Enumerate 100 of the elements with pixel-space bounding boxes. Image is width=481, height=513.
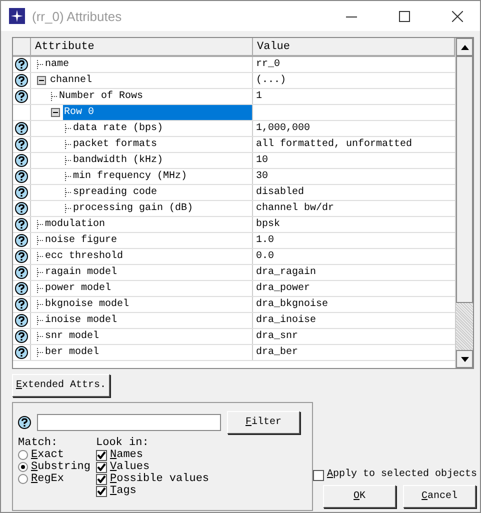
help-icon[interactable] [15, 122, 28, 135]
scroll-down-button[interactable] [456, 350, 473, 368]
attribute-value[interactable]: bpsk [253, 217, 455, 232]
attribute-name[interactable]: processing gain (dB) [72, 201, 196, 216]
cancel-button[interactable]: Cancel [403, 485, 476, 508]
tree-connector [37, 300, 44, 309]
radio-label[interactable]: Exact [31, 449, 64, 461]
help-icon[interactable] [15, 202, 28, 215]
tree-connector [37, 332, 44, 341]
attribute-value[interactable]: 1.0 [253, 233, 455, 248]
filter-button[interactable]: Filter [227, 411, 300, 434]
help-icon[interactable] [15, 186, 28, 199]
radio-label[interactable]: Substring [31, 461, 90, 473]
help-icon[interactable] [15, 74, 28, 87]
radio-label[interactable]: RegEx [31, 473, 64, 485]
help-icon[interactable] [15, 154, 28, 167]
attribute-name[interactable]: min frequency (MHz) [72, 169, 190, 184]
filter-field[interactable] [37, 414, 221, 431]
help-icon[interactable] [15, 298, 28, 311]
attribute-value[interactable]: dra_power [253, 281, 455, 296]
ok-button[interactable]: OK [323, 485, 396, 508]
tree-connector [65, 172, 72, 181]
checkbox[interactable] [96, 474, 107, 484]
attribute-name[interactable]: Row 0 [63, 105, 252, 120]
radio-button[interactable] [18, 462, 28, 472]
extended-attrs-button[interactable]: Extended Attrs. [12, 374, 110, 397]
attribute-name[interactable]: Number of Rows [58, 89, 146, 104]
attribute-value[interactable]: dra_snr [253, 329, 455, 344]
attribute-name[interactable]: modulation [44, 217, 108, 232]
attribute-value[interactable]: channel bw/dr [253, 201, 455, 216]
attribute-name[interactable]: snr model [44, 329, 102, 344]
attribute-value[interactable]: disabled [253, 185, 455, 200]
close-icon[interactable] [452, 10, 462, 22]
attribute-value[interactable]: dra_ber [253, 345, 455, 360]
checkbox-label[interactable]: Names [110, 449, 144, 461]
tree-connector [37, 236, 44, 245]
attribute-value[interactable]: dra_inoise [253, 313, 455, 328]
help-icon[interactable] [15, 330, 28, 343]
attribute-value[interactable]: rr_0 [253, 57, 455, 72]
checkbox-label[interactable]: Apply to selected objects [327, 469, 478, 481]
radio-button[interactable] [18, 450, 28, 460]
attribute-name[interactable]: channel [49, 73, 96, 88]
down-arrow-icon[interactable] [460, 356, 468, 362]
column-header[interactable]: Value [253, 38, 455, 55]
look-in-label: Look in: [96, 437, 150, 449]
checkbox[interactable] [96, 450, 107, 460]
scroll-up-button[interactable] [456, 38, 473, 56]
scrollbar-thumb[interactable] [456, 56, 473, 303]
tree-connector [37, 284, 44, 293]
attribute-value[interactable]: 1,000,000 [253, 121, 455, 136]
checkbox[interactable] [96, 462, 107, 472]
maximize-icon[interactable] [398, 10, 410, 22]
checkbox[interactable] [313, 470, 324, 480]
help-icon[interactable] [15, 170, 28, 183]
match-label: Match: [18, 437, 59, 449]
attribute-value[interactable]: 30 [253, 169, 455, 184]
checkbox[interactable] [96, 486, 107, 496]
checkbox-label[interactable]: Possible values [110, 473, 210, 485]
help-icon[interactable] [15, 90, 28, 103]
radio-button[interactable] [18, 474, 28, 484]
attribute-name[interactable]: packet formats [72, 137, 160, 152]
attribute-value[interactable]: 10 [253, 153, 455, 168]
tree-connector [37, 268, 44, 277]
help-icon[interactable] [15, 138, 28, 151]
attribute-name[interactable]: data rate (bps) [72, 121, 166, 136]
help-icon[interactable] [15, 346, 28, 359]
help-icon[interactable] [15, 314, 28, 327]
help-icon[interactable] [15, 234, 28, 247]
help-icon[interactable] [15, 218, 28, 231]
help-icon[interactable] [18, 416, 31, 429]
attribute-value[interactable]: all formatted, unformatted [253, 137, 455, 152]
attribute-name[interactable]: bandwidth (kHz) [72, 153, 166, 168]
help-icon[interactable] [15, 282, 28, 295]
attribute-value[interactable]: (...) [253, 73, 455, 88]
attribute-name[interactable]: name [44, 57, 72, 72]
help-icon[interactable] [15, 266, 28, 279]
tree-connector [65, 188, 72, 197]
tree-connector [37, 348, 44, 357]
attribute-name[interactable]: ber model [44, 345, 102, 360]
collapse-icon[interactable] [37, 76, 46, 85]
attribute-name[interactable]: ecc threshold [44, 249, 126, 264]
attribute-value[interactable]: 1 [253, 89, 455, 104]
attribute-name[interactable]: power model [44, 281, 114, 296]
column-header[interactable]: Attribute [31, 38, 253, 55]
tree-connector [37, 60, 44, 69]
help-icon[interactable] [15, 250, 28, 263]
checkbox-label[interactable]: Tags [110, 485, 136, 497]
attribute-value[interactable]: dra_bkgnoise [253, 297, 455, 312]
attribute-name[interactable]: noise figure [44, 233, 120, 248]
attribute-name[interactable]: ragain model [44, 265, 120, 280]
attribute-name[interactable]: spreading code [72, 185, 160, 200]
tree-connector [65, 156, 72, 165]
attribute-value[interactable]: 0.0 [253, 249, 455, 264]
checkbox-label[interactable]: Values [110, 461, 150, 473]
help-icon[interactable] [15, 58, 28, 71]
attribute-name[interactable]: inoise model [44, 313, 120, 328]
attribute-name[interactable]: bkgnoise model [44, 297, 132, 312]
up-arrow-icon[interactable] [460, 44, 468, 50]
collapse-icon[interactable] [51, 108, 60, 117]
attribute-value[interactable]: dra_ragain [253, 265, 455, 280]
